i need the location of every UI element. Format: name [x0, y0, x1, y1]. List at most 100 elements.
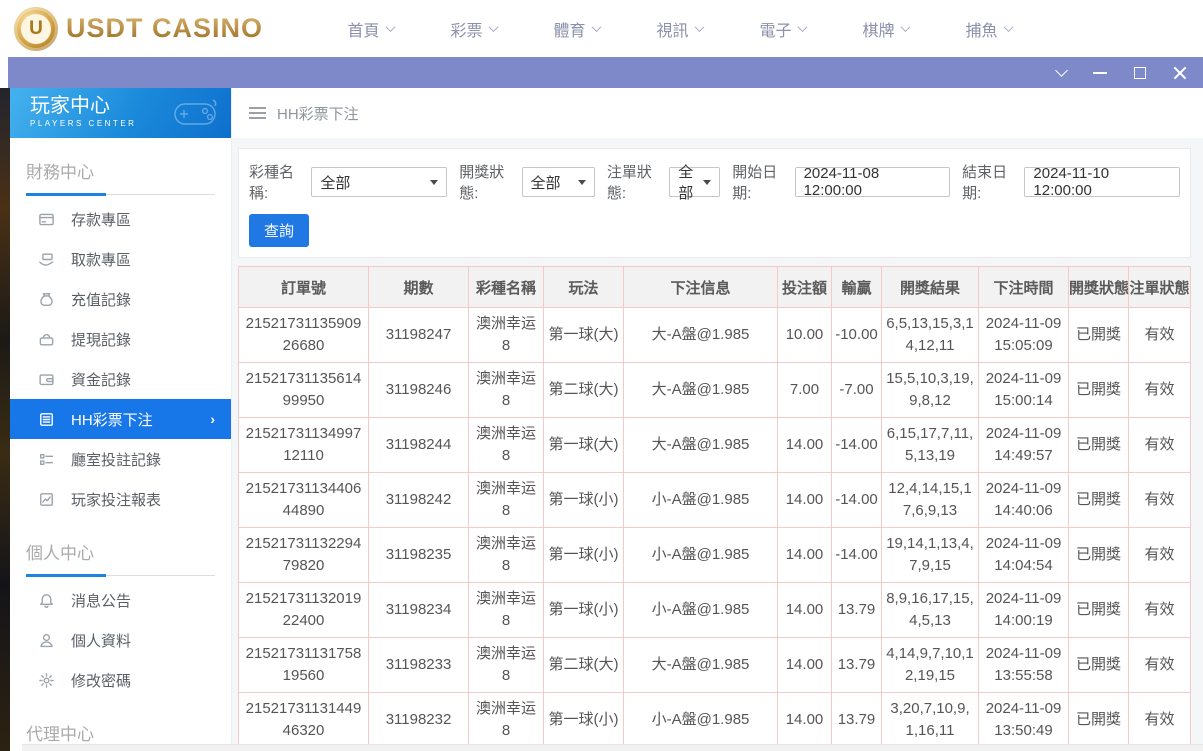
sidebar-item-deposit-area[interactable]: 存款專區 [10, 199, 231, 239]
horizontal-scrollbar[interactable] [22, 744, 1203, 751]
background-image-strip [0, 88, 10, 751]
filter-panel: 彩種名稱: 全部 開獎狀態: 全部 注單狀態: 全部 開始日期: 2024-11 [238, 148, 1191, 258]
cell-order_status: 有效 [1129, 693, 1191, 748]
cell-amount: 7.00 [778, 363, 832, 418]
sidebar-item-label: 個人資料 [71, 630, 131, 651]
hamburger-icon[interactable] [249, 107, 266, 119]
nav-chevron-down-icon [1003, 22, 1013, 32]
cell-amount: 14.00 [778, 418, 832, 473]
search-button[interactable]: 查詢 [249, 214, 309, 247]
sidebar-section-title: 財務中心 [26, 158, 215, 183]
select-arrow-icon [703, 180, 711, 185]
order-status-label: 注單狀態: [607, 161, 664, 203]
lottery-name-select[interactable]: 全部 [311, 167, 447, 197]
end-date-input[interactable]: 2024-11-10 12:00:00 [1024, 167, 1180, 197]
cell-amount: 14.00 [778, 528, 832, 583]
nav-chevron-down-icon [385, 22, 395, 32]
nav-item-fishing[interactable]: 捕魚 [937, 17, 1040, 41]
sidebar-item-withdraw-area[interactable]: 取款專區 [10, 239, 231, 279]
gamepad-icon [169, 94, 221, 137]
nav-item-label: 視訊 [657, 17, 689, 41]
cell-order_no: 2152173113590926680 [239, 308, 369, 363]
window-title-bar[interactable] [8, 57, 1203, 88]
nav-item-label: 電子 [760, 17, 792, 41]
brand-logo[interactable]: U USDT CASINO [14, 7, 263, 51]
window-controls [1057, 66, 1187, 80]
table-row: 215217311314494632031198232澳洲幸运8第一球(小)小-… [239, 693, 1191, 748]
sidebar-item-player-bet-report[interactable]: 玩家投注報表 [10, 479, 231, 519]
nav-item-sports[interactable]: 體育 [525, 17, 628, 41]
bell-icon [38, 592, 55, 609]
nav-item-lottery[interactable]: 彩票 [422, 17, 525, 41]
sidebar-item-change-password[interactable]: 修改密碼 [10, 660, 231, 700]
sidebar-item-hh-lottery-bets[interactable]: HH彩票下注› [10, 399, 231, 439]
cell-bet_info: 大-A盤@1.985 [624, 363, 778, 418]
cell-order_no: 2152173113229479820 [239, 528, 369, 583]
cell-lottery: 澳洲幸运8 [469, 473, 544, 528]
draw-status-select[interactable]: 全部 [522, 167, 595, 197]
cell-order_no: 2152173113561499950 [239, 363, 369, 418]
cell-draw_status: 已開獎 [1069, 363, 1129, 418]
nav-item-label: 首頁 [348, 17, 380, 41]
page: U USDT CASINO 首頁彩票體育視訊電子棋牌捕魚 玩家中心 PLAYER… [0, 0, 1203, 751]
cell-period: 31198247 [369, 308, 469, 363]
sidebar-item-label: 存款專區 [71, 209, 131, 230]
column-header-win_loss: 輸贏 [832, 267, 882, 308]
order-status-select[interactable]: 全部 [669, 167, 720, 197]
sidebar-item-label: 修改密碼 [71, 670, 131, 691]
cell-lottery: 澳洲幸运8 [469, 583, 544, 638]
cell-play: 第一球(大) [544, 308, 624, 363]
window-maximize-icon[interactable] [1134, 67, 1146, 79]
start-date-label: 開始日期: [732, 161, 789, 203]
cell-result: 8,9,16,17,15,4,5,13 [882, 583, 979, 638]
cell-draw_status: 已開獎 [1069, 308, 1129, 363]
column-header-period: 期數 [369, 267, 469, 308]
sidebar-item-announcements[interactable]: 消息公告 [10, 580, 231, 620]
cell-draw_status: 已開獎 [1069, 528, 1129, 583]
sidebar-item-label: 廳室投註記錄 [71, 449, 161, 470]
cell-bet_info: 小-A盤@1.985 [624, 473, 778, 528]
nav-item-home[interactable]: 首頁 [319, 17, 422, 41]
cell-amount: 14.00 [778, 473, 832, 528]
table-row: 215217311317581956031198233澳洲幸运8第二球(大)大-… [239, 638, 1191, 693]
column-header-bet_time: 下注時間 [979, 267, 1069, 308]
window-minimize-icon[interactable] [1093, 72, 1107, 74]
sidebar-item-funds-records[interactable]: 資金記錄 [10, 359, 231, 399]
sidebar-item-room-bet-records[interactable]: 廳室投註記錄 [10, 439, 231, 479]
column-header-bet_info: 下注信息 [624, 267, 778, 308]
start-date-input[interactable]: 2024-11-08 12:00:00 [795, 167, 951, 197]
withdraw-hand-icon [38, 251, 55, 268]
select-arrow-icon [578, 180, 586, 185]
cell-bet_time: 2024-11-09 14:49:57 [979, 418, 1069, 473]
cell-play: 第二球(大) [544, 363, 624, 418]
draw-status-value: 全部 [531, 172, 561, 193]
cell-order_no: 2152173113499712110 [239, 418, 369, 473]
cell-win_loss: 13.79 [832, 693, 882, 748]
cell-draw_status: 已開獎 [1069, 583, 1129, 638]
nav-chevron-down-icon [900, 22, 910, 32]
cell-result: 12,4,14,15,17,6,9,13 [882, 473, 979, 528]
window-close-icon[interactable] [1173, 66, 1187, 80]
column-header-order_status: 注單狀態 [1129, 267, 1191, 308]
nav-item-electronic[interactable]: 電子 [731, 17, 834, 41]
cell-draw_status: 已開獎 [1069, 638, 1129, 693]
sidebar-item-profile[interactable]: 個人資料 [10, 620, 231, 660]
sidebar-item-withdrawal-records[interactable]: 提現記錄 [10, 319, 231, 359]
cell-win_loss: 13.79 [832, 638, 882, 693]
sidebar-item-recharge-records[interactable]: 充值記錄 [10, 279, 231, 319]
sidebar-item-label: 取款專區 [71, 249, 131, 270]
cell-lottery: 澳洲幸运8 [469, 638, 544, 693]
cell-draw_status: 已開獎 [1069, 693, 1129, 748]
nav-item-chess[interactable]: 棋牌 [834, 17, 937, 41]
cell-bet_info: 大-A盤@1.985 [624, 308, 778, 363]
sidebar-item-label: HH彩票下注 [71, 409, 153, 430]
window-chevron-down-icon[interactable] [1055, 64, 1068, 77]
cell-bet_time: 2024-11-09 14:00:19 [979, 583, 1069, 638]
order-status-value: 全部 [678, 161, 695, 203]
nav-item-video[interactable]: 視訊 [628, 17, 731, 41]
cell-play: 第一球(大) [544, 418, 624, 473]
nav-chevron-down-icon [797, 22, 807, 32]
column-header-order_no: 訂單號 [239, 267, 369, 308]
cell-lottery: 澳洲幸运8 [469, 363, 544, 418]
gear-icon [38, 672, 55, 689]
